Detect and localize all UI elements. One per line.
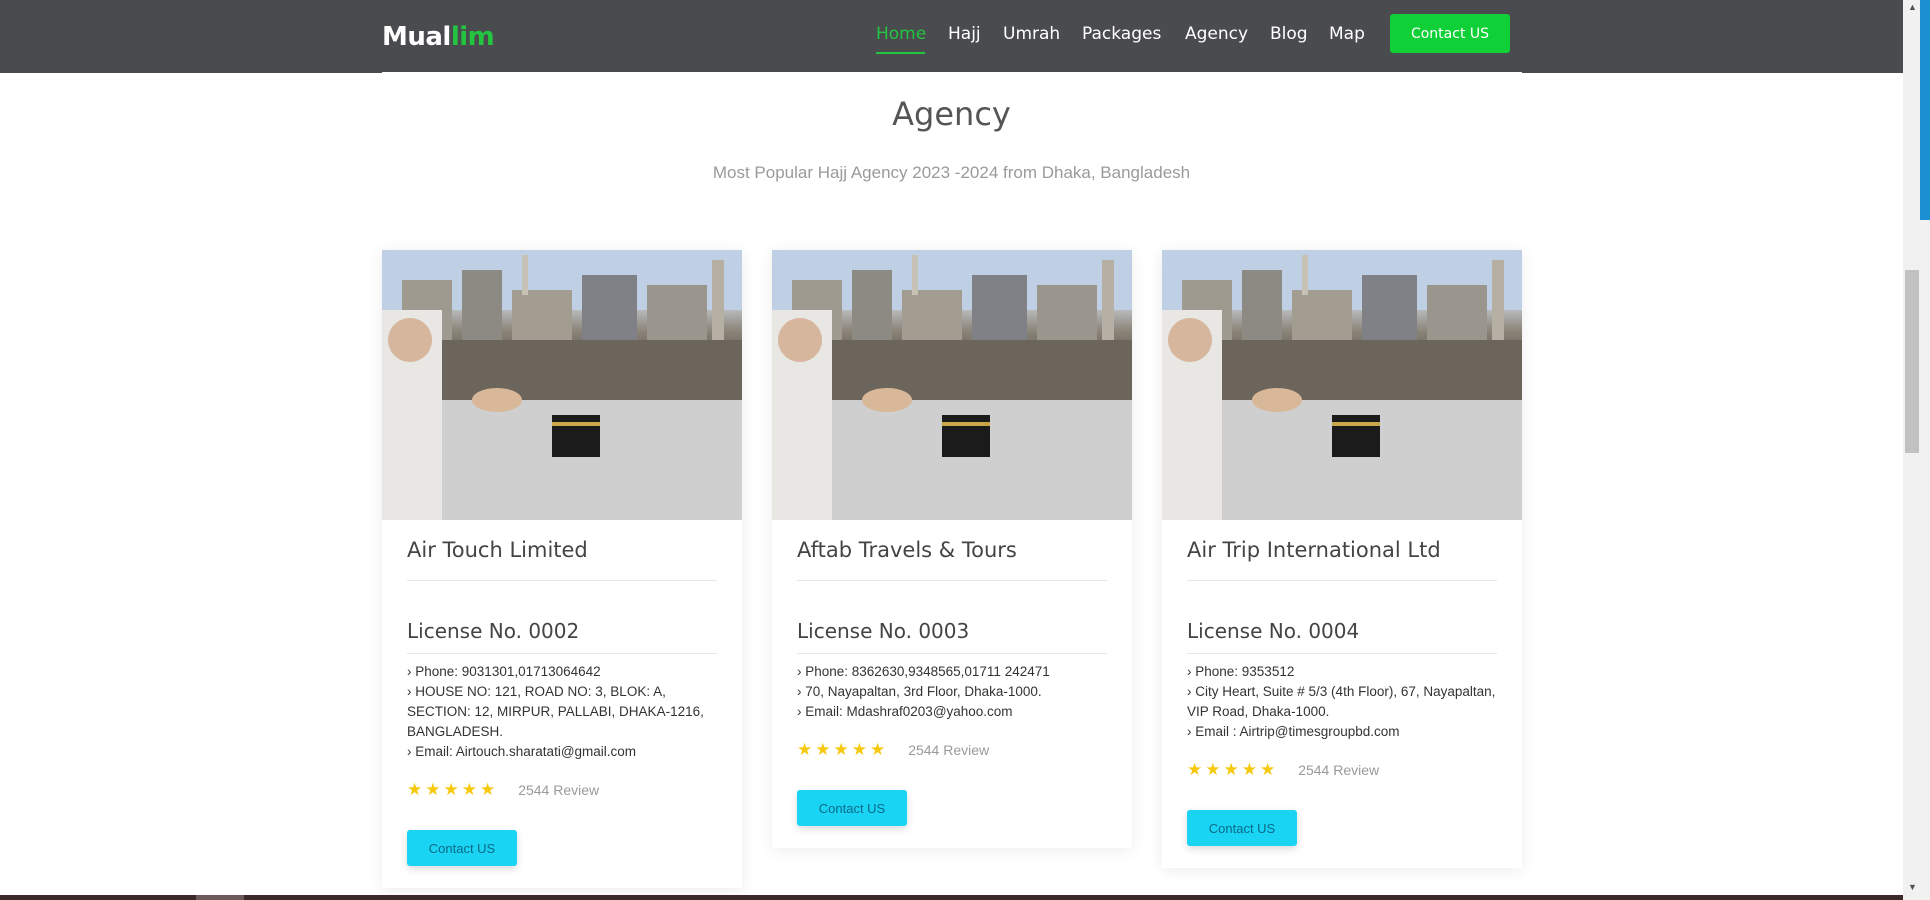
agency-address: HOUSE NO: 121, ROAD NO: 3, BLOK: A, SECT… — [407, 682, 717, 742]
agency-rating: ★★★★★ 2544 Review — [797, 740, 1107, 760]
agency-name: Air Trip International Ltd — [1187, 538, 1497, 581]
agency-address: City Heart, Suite # 5/3 (4th Floor), 67,… — [1187, 682, 1497, 722]
agency-rating: ★★★★★ 2544 Review — [1187, 760, 1497, 780]
kaaba-photo-illustration — [772, 250, 1132, 520]
nav-hajj[interactable]: Hajj — [948, 24, 981, 44]
agency-phone: Phone: 9031301,01713064642 — [407, 662, 717, 682]
nav-blog[interactable]: Blog — [1270, 24, 1308, 44]
agency-email: Email: Airtouch.sharatati@gmail.com — [407, 742, 717, 762]
agency-card: Aftab Travels & Tours License No. 0003 P… — [772, 250, 1132, 848]
nav-contact-button[interactable]: Contact US — [1390, 14, 1510, 53]
agency-image — [382, 250, 742, 520]
contact-button[interactable]: Contact US — [407, 830, 517, 866]
brand-text-accent: lim — [450, 22, 495, 52]
nav-agency[interactable]: Agency — [1185, 24, 1248, 44]
kaaba-photo-illustration — [382, 250, 742, 520]
agency-address: 70, Nayapaltan, 3rd Floor, Dhaka-1000. — [797, 682, 1107, 702]
star-rating-icon: ★★★★★ — [1187, 760, 1279, 779]
section-title: Agency — [892, 95, 1011, 133]
agency-email: Email: Mdashraf0203@yahoo.com — [797, 702, 1107, 722]
top-navbar: Muallim Home Hajj Umrah Packages Agency … — [0, 0, 1903, 73]
review-count: 2544 Review — [908, 742, 990, 758]
agency-info: Phone: 9031301,01713064642 HOUSE NO: 121… — [407, 662, 717, 762]
agency-info: Phone: 9353512 City Heart, Suite # 5/3 (… — [1187, 662, 1497, 742]
contact-button[interactable]: Contact US — [1187, 810, 1297, 846]
agency-name: Aftab Travels & Tours — [797, 538, 1107, 581]
star-rating-icon: ★★★★★ — [407, 780, 499, 799]
agency-phone: Phone: 8362630,9348565,01711 242471 — [797, 662, 1107, 682]
contact-button[interactable]: Contact US — [797, 790, 907, 826]
star-rating-icon: ★★★★★ — [797, 740, 889, 759]
agency-info: Phone: 8362630,9348565,01711 242471 70, … — [797, 662, 1107, 722]
bottom-edge-highlight — [196, 895, 244, 900]
nav-map[interactable]: Map — [1329, 24, 1365, 44]
brand-logo[interactable]: Muallim — [382, 22, 495, 52]
agency-license: License No. 0003 — [797, 619, 1107, 654]
agency-name: Air Touch Limited — [407, 538, 717, 581]
section-subtitle: Most Popular Hajj Agency 2023 -2024 from… — [712, 163, 1191, 182]
agency-license: License No. 0004 — [1187, 619, 1497, 654]
nav-packages[interactable]: Packages — [1082, 24, 1161, 44]
scrollbar-thumb[interactable] — [1905, 270, 1919, 453]
agency-card: Air Trip International Ltd License No. 0… — [1162, 250, 1522, 868]
nav-home[interactable]: Home — [876, 24, 926, 44]
agency-email: Email : Airtrip@timesgroupbd.com — [1187, 722, 1497, 742]
agency-rating: ★★★★★ 2544 Review — [407, 780, 717, 800]
nav-active-underline — [876, 52, 925, 54]
agency-phone: Phone: 9353512 — [1187, 662, 1497, 682]
agency-image — [1162, 250, 1522, 520]
agency-image — [772, 250, 1132, 520]
scroll-down-arrow-icon[interactable]: ▼ — [1905, 882, 1920, 892]
agency-card: Air Touch Limited License No. 0002 Phone… — [382, 250, 742, 888]
brand-text-main: Mual — [382, 22, 451, 52]
scrollbar-edge-accent — [1920, 0, 1930, 220]
bottom-edge-strip — [0, 895, 1903, 900]
agency-license: License No. 0002 — [407, 619, 717, 654]
header-divider — [382, 72, 1522, 74]
scroll-up-arrow-icon[interactable]: ▲ — [1905, 2, 1920, 12]
review-count: 2544 Review — [1298, 762, 1380, 778]
nav-umrah[interactable]: Umrah — [1003, 24, 1060, 44]
review-count: 2544 Review — [518, 782, 600, 798]
kaaba-photo-illustration — [1162, 250, 1522, 520]
